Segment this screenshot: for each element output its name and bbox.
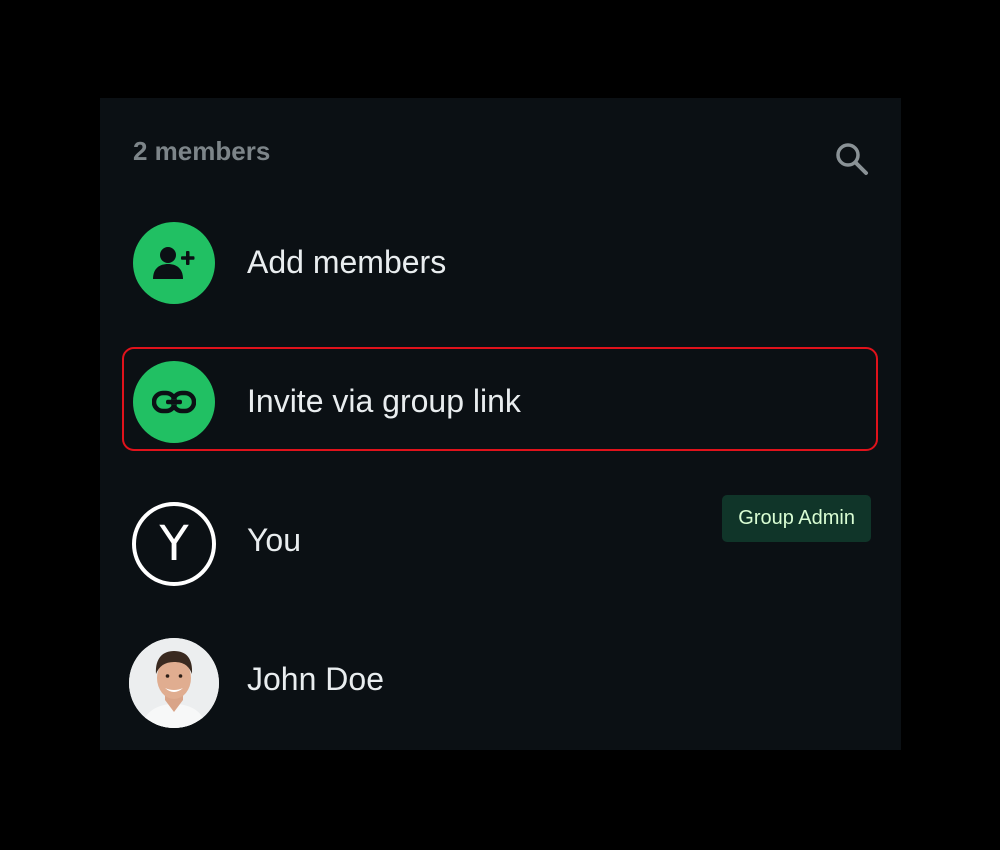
add-members-row[interactable]: Add members bbox=[122, 208, 878, 312]
member-name-john-doe: John Doe bbox=[247, 661, 384, 697]
profile-photo-icon bbox=[129, 638, 219, 728]
member-row-john-doe[interactable]: John Doe bbox=[122, 628, 878, 738]
group-members-panel: 2 members Add members Invite via group l… bbox=[100, 98, 901, 750]
avatar-you: Y bbox=[132, 502, 216, 586]
avatar-john-doe bbox=[129, 638, 219, 728]
add-members-label: Add members bbox=[247, 244, 447, 280]
invite-via-link-label: Invite via group link bbox=[247, 383, 521, 419]
search-button[interactable] bbox=[829, 136, 875, 182]
avatar-letter: Y bbox=[159, 516, 189, 572]
group-admin-badge: Group Admin bbox=[722, 495, 871, 542]
member-count: 2 members bbox=[133, 136, 271, 166]
member-name-you: You bbox=[247, 522, 301, 558]
add-person-icon bbox=[153, 247, 195, 279]
invite-via-link-row[interactable]: Invite via group link bbox=[122, 347, 878, 451]
member-row-you[interactable]: Y You Group Admin bbox=[122, 488, 878, 600]
search-icon bbox=[836, 143, 868, 175]
invite-link-avatar bbox=[133, 361, 215, 443]
link-icon bbox=[152, 390, 196, 414]
add-members-avatar bbox=[133, 222, 215, 304]
